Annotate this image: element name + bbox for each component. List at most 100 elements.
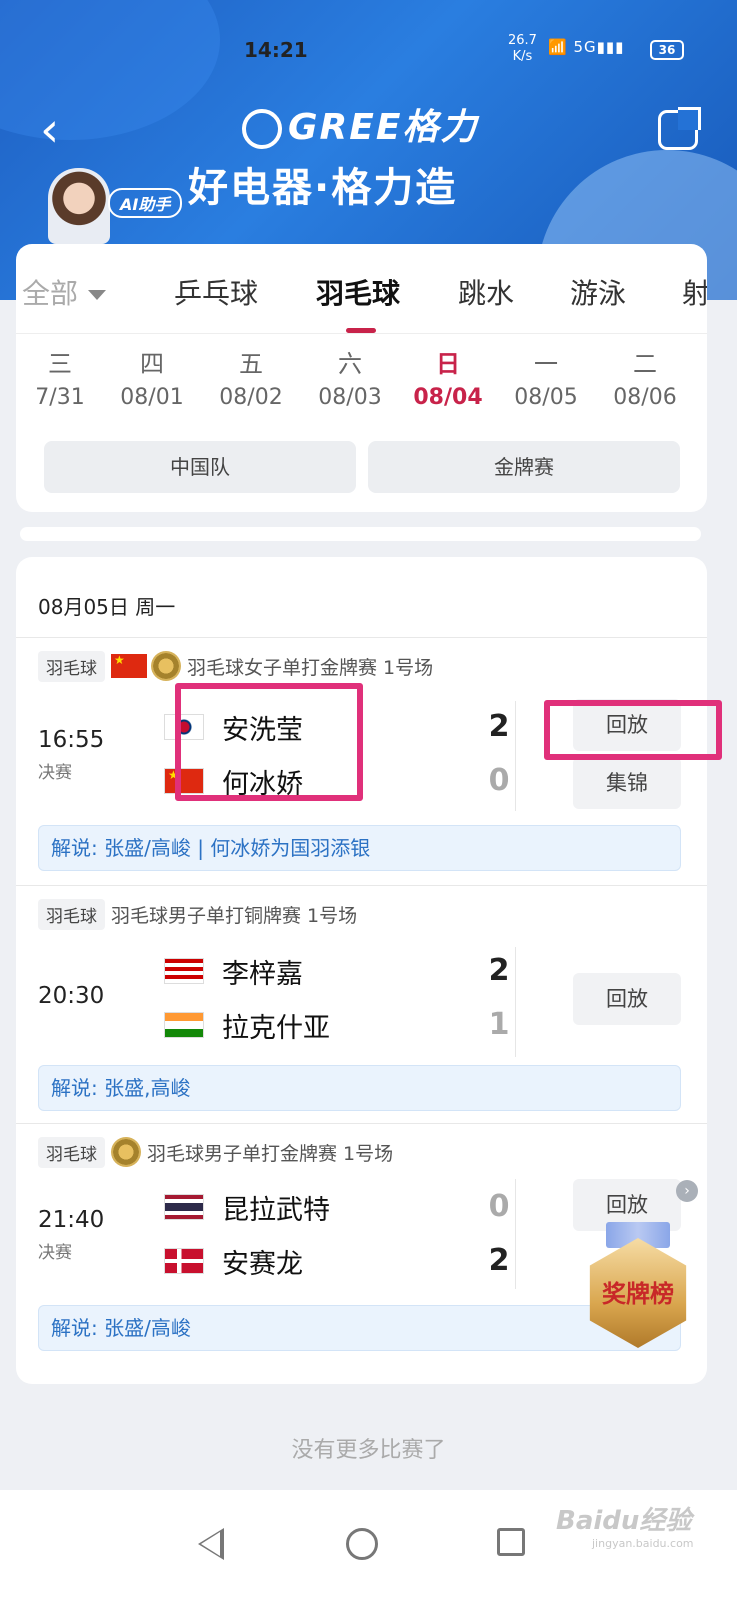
date-weekday: 四 [140,350,164,378]
player-name: 李梓嘉 [222,958,303,990]
filter-china-team[interactable]: 中国队 [44,441,356,493]
date-value: 08/06 [613,385,677,410]
player-score: 0 [488,1189,510,1224]
back-button[interactable]: ‹ [40,106,80,158]
nav-back-icon[interactable] [198,1528,224,1560]
net-speed-unit: K/s [512,49,533,64]
malaysia-flag-icon [164,958,204,984]
commentary-info[interactable]: 解说: 张盛/高峻 | 何冰娇为国羽添银 [38,825,681,871]
medal-table-label: 奖牌榜 [602,1280,674,1308]
divider [515,947,516,1057]
date-weekday: 一 [534,350,558,378]
date-value: 7/31 [35,385,85,410]
share-icon[interactable] [658,107,701,150]
watermark-text: Baidu经验 [556,1506,692,1536]
signal-icon: 📶 5G▮▮▮ [548,38,625,56]
sport-tabs: 全部 乒乓球 羽毛球 跳水 游泳 射 [16,244,707,334]
date-item-selected[interactable]: 日 08/04 [408,344,488,410]
divider [515,1179,516,1289]
net-speed-value: 26.7 [508,33,537,48]
schedule-day-heading: 08月05日 周一 [38,595,176,619]
event-name: 羽毛球女子单打金牌赛 1号场 [187,656,434,679]
sport-tag: 羽毛球 [38,898,105,930]
brand-logo: GREE格力 [242,98,478,150]
ai-assistant-avatar[interactable] [48,168,110,244]
chevron-right-icon[interactable]: › [676,1180,698,1202]
highlights-button[interactable]: 集锦 [573,757,681,809]
match-tag-row: 羽毛球 羽毛球女子单打金牌赛 1号场 [38,650,434,682]
date-value: 08/02 [219,385,283,410]
signal-type: 5G [573,38,597,56]
tab-diving[interactable]: 跳水 [458,272,514,312]
tab-swimming[interactable]: 游泳 [570,272,626,312]
gold-medal-icon [151,651,181,681]
date-weekday: 五 [239,350,263,378]
player-row: 拉克什亚 [164,1005,330,1045]
china-flag-icon [111,653,147,678]
annotation-box [175,683,363,801]
player-score: 2 [488,709,510,744]
status-bar: 14:21 26.7 K/s 📶 5G▮▮▮ 36 [0,33,737,68]
player-name: 拉克什亚 [222,1012,330,1044]
date-item[interactable]: 二 08/06 [605,344,685,410]
filter-gold-medal[interactable]: 金牌赛 [368,441,680,493]
india-flag-icon [164,1012,204,1038]
player-score: 2 [488,953,510,988]
tab-shooting[interactable]: 射 [682,272,707,312]
match-stage: 决赛 [38,1243,72,1263]
tab-table-tennis[interactable]: 乒乓球 [174,272,258,312]
annotation-box [544,700,722,760]
date-weekday: 二 [633,350,657,378]
date-weekday: 三 [48,350,72,378]
divider [515,701,516,811]
player-score: 2 [488,1243,510,1278]
date-value: 08/05 [514,385,578,410]
divider-strip [20,527,701,541]
ai-assistant-label[interactable]: AI助手 [108,188,183,218]
date-value: 08/03 [318,385,382,410]
watermark: Baidu经验 jingyan.baidu.com [556,1500,694,1550]
match-card[interactable]: 羽毛球 羽毛球男子单打铜牌赛 1号场 20:30 李梓嘉 拉克什亚 2 1 回放… [16,885,707,1123]
tab-all[interactable]: 全部 [22,272,107,312]
date-weekday: 六 [338,350,362,378]
date-item[interactable]: 六 08/03 [310,344,390,410]
medal-table-badge[interactable]: 奖牌榜 [578,1222,698,1348]
match-tag-row: 羽毛球 羽毛球男子单打金牌赛 1号场 [38,1136,394,1168]
match-time: 20:30 [38,983,105,1009]
date-selector: 三 7/31 四 08/01 五 08/02 六 08/03 日 08/04 一 08/05… [16,344,707,424]
player-score: 0 [488,763,510,798]
date-item[interactable]: 一 08/05 [506,344,586,410]
brand-slogan: 好电器·格力造 [188,165,458,211]
active-tab-indicator [346,328,376,333]
player-name: 安赛龙 [222,1248,303,1280]
status-time: 14:21 [244,38,308,62]
player-row: 昆拉武特 [164,1187,330,1227]
match-time: 21:40 [38,1207,105,1233]
battery-icon: 36 [650,40,684,60]
chevron-down-icon [88,290,107,300]
tab-all-label: 全部 [22,277,79,310]
tab-badminton[interactable]: 羽毛球 [316,272,400,312]
nav-recents-icon[interactable] [497,1528,525,1556]
event-name: 羽毛球男子单打铜牌赛 1号场 [111,904,358,927]
player-row: 安赛龙 [164,1241,303,1281]
nav-home-icon[interactable] [346,1528,378,1560]
event-name: 羽毛球男子单打金牌赛 1号场 [147,1142,394,1165]
match-time: 16:55 [38,727,105,753]
net-speed: 26.7 K/s [508,33,537,65]
date-value: 08/04 [413,385,483,410]
replay-button[interactable]: 回放 [573,973,681,1025]
commentary-info[interactable]: 解说: 张盛,高峻 [38,1065,681,1111]
date-item[interactable]: 四 08/01 [112,344,192,410]
sport-tag: 羽毛球 [38,650,105,682]
watermark-url: jingyan.baidu.com [592,1537,694,1550]
date-item[interactable]: 五 08/02 [211,344,291,410]
sport-tag: 羽毛球 [38,1136,105,1168]
date-item[interactable]: 三 7/31 [20,344,100,410]
thailand-flag-icon [164,1194,204,1220]
filter-card: 全部 乒乓球 羽毛球 跳水 游泳 射 三 7/31 四 08/01 五 08/02 六… [16,244,707,512]
player-name: 昆拉武特 [222,1194,330,1226]
gold-medal-icon [111,1137,141,1167]
player-row: 李梓嘉 [164,951,303,991]
gree-logo-icon [242,109,282,149]
